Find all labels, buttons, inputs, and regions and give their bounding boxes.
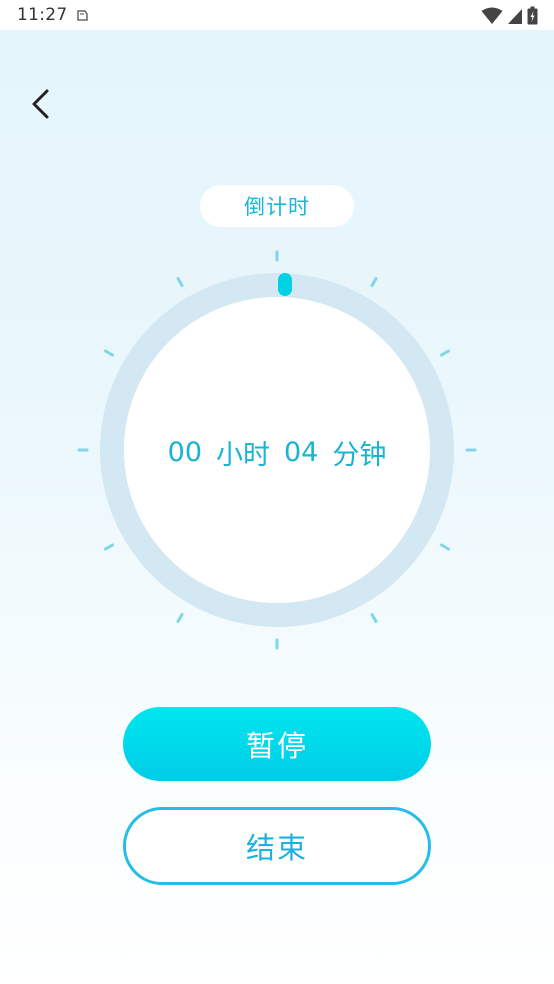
dial-tick [370,613,378,623]
minutes-value: 04 [284,436,319,468]
minutes-unit: 分钟 [332,439,387,471]
hours-unit: 小时 [216,439,270,471]
back-button[interactable] [22,84,62,124]
mode-label: 倒计时 [244,195,310,219]
hours-value: 00 [167,436,202,468]
dial-tick [104,543,114,551]
battery-icon [527,6,538,29]
dial-tick [440,349,450,357]
dial-tick [104,349,114,357]
end-button[interactable]: 结束 [123,807,431,885]
timer-readout: 00 小时 04 分钟 [100,430,454,474]
status-icons [481,6,538,29]
wifi-icon [481,7,503,29]
pause-label: 暂停 [245,729,308,763]
dial-tick [440,543,450,551]
dial-tick [370,277,378,287]
status-bar: 11:27 [0,0,554,30]
signal-icon [507,7,523,29]
progress-knob [278,273,292,296]
pause-button[interactable]: 暂停 [123,707,431,781]
mode-badge: 倒计时 [200,185,354,227]
dial-tick [176,277,184,287]
notification-icon [75,7,89,26]
chevron-left-icon [32,89,49,119]
dial-tick [176,613,184,623]
status-time: 11:27 [17,5,68,25]
end-label: 结束 [245,831,308,865]
